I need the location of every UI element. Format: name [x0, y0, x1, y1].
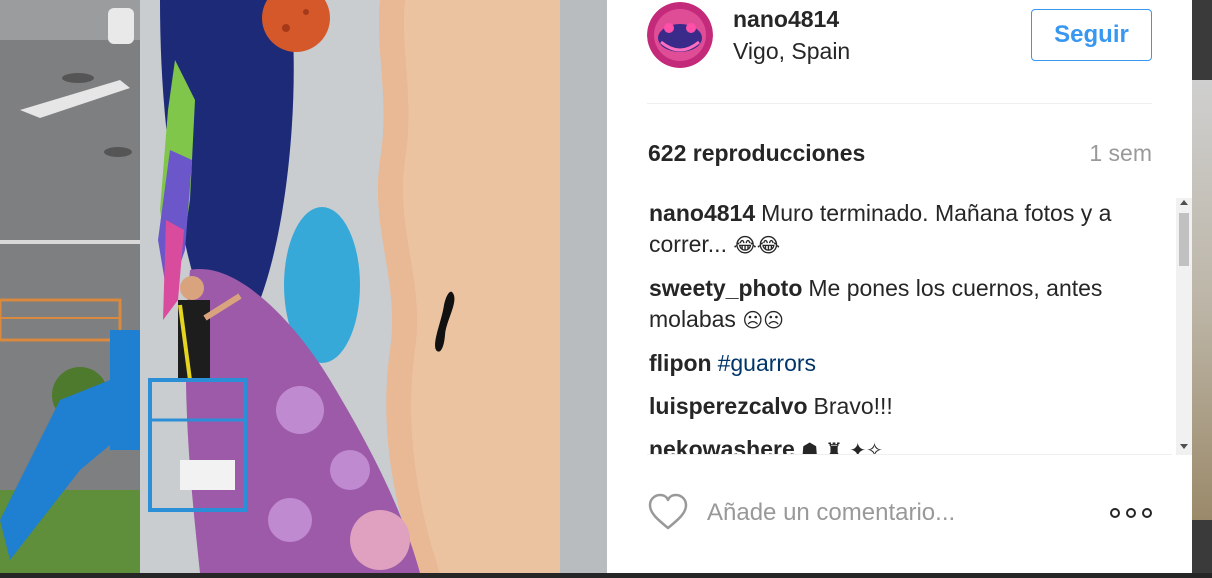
avatar[interactable] — [647, 2, 713, 68]
comment-scrollbar[interactable] — [1176, 198, 1192, 455]
list-item: luisperezcalvo Bravo!!! — [649, 391, 1139, 422]
comment-emoji: 😂😂 — [733, 233, 781, 257]
scrollbar-thumb[interactable] — [1179, 213, 1189, 266]
comment-hashtag[interactable]: #guarrors — [718, 350, 816, 376]
list-item: flipon #guarrors — [649, 348, 1139, 379]
scroll-down-arrow-icon[interactable] — [1180, 444, 1188, 449]
comment-emoji: ☹☹ — [742, 308, 785, 332]
post-details-panel: nano4814 Vigo, Spain Seguir 622 reproduc… — [607, 0, 1192, 573]
comment-author[interactable]: flipon — [649, 350, 712, 376]
list-item: nekowashere ☗ ♜ ✦✧ — [649, 434, 1139, 455]
comment-author[interactable]: luisperezcalvo — [649, 393, 808, 419]
post-media[interactable] — [0, 0, 607, 573]
modal-backdrop-bottom — [0, 573, 1212, 578]
comment-text: Bravo!!! — [813, 393, 893, 419]
username[interactable]: nano4814 — [733, 6, 839, 33]
avatar-image — [647, 2, 713, 68]
comment-input[interactable] — [707, 496, 1087, 530]
follow-button[interactable]: Seguir — [1031, 9, 1152, 61]
comment-author[interactable]: nekowashere — [649, 436, 795, 454]
heart-outline-icon[interactable] — [647, 492, 689, 532]
comment-author[interactable]: sweety_photo — [649, 275, 802, 301]
background-post-preview — [1192, 80, 1212, 520]
scroll-up-arrow-icon[interactable] — [1180, 200, 1188, 205]
comment-author[interactable]: nano4814 — [649, 200, 755, 226]
view-count[interactable]: 622 reproducciones — [648, 140, 865, 167]
post-stats: 622 reproducciones 1 sem — [647, 140, 1152, 170]
post-actions — [647, 488, 1152, 538]
post-time[interactable]: 1 sem — [1089, 140, 1152, 167]
list-item: sweety_photo Me pones los cuernos, antes … — [649, 273, 1139, 336]
comment-list[interactable]: nano4814 Muro terminado. Mañana fotos y a… — [647, 198, 1172, 455]
mural-video-frame — [0, 0, 607, 573]
location[interactable]: Vigo, Spain — [733, 38, 850, 65]
comment-emoji: ☗ ♜ ✦✧ — [800, 438, 883, 455]
post-header: nano4814 Vigo, Spain Seguir — [647, 0, 1152, 104]
more-options-icon[interactable] — [1110, 503, 1152, 523]
list-item: nano4814 Muro terminado. Mañana fotos y a… — [649, 198, 1139, 261]
